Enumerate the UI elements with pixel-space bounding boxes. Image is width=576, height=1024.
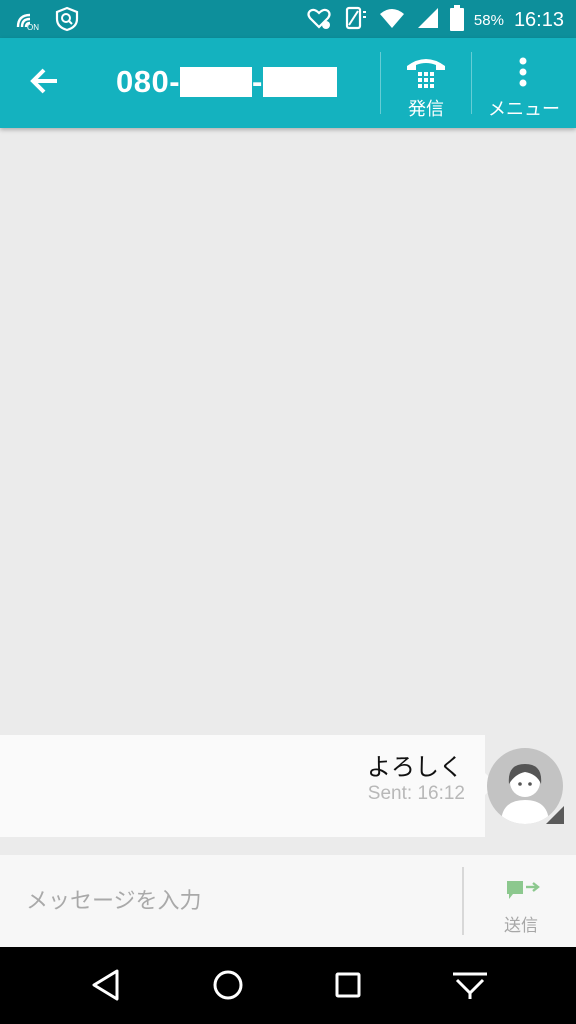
message-row: よろしく Sent: 16:12 [0, 735, 576, 837]
send-label: 送信 [504, 916, 538, 936]
nfc-on-label: ON [27, 23, 39, 32]
menu-label: メニュー [488, 99, 560, 120]
message-status: Sent: 16:12 [367, 783, 465, 804]
wifi-icon [378, 6, 406, 34]
redacted-block [180, 67, 253, 97]
number-prefix: 080- [116, 64, 181, 99]
back-button[interactable] [20, 63, 68, 103]
call-label: 発信 [408, 99, 444, 120]
signal-icon [416, 6, 440, 34]
status-bar: ON 58% 16:13 [0, 0, 576, 38]
circle-home-icon [212, 969, 244, 1005]
square-recents-icon [334, 971, 362, 1003]
menu-button[interactable]: メニュー [472, 38, 576, 128]
send-message-icon [505, 879, 541, 909]
shield-icon [54, 6, 80, 36]
redacted-block [262, 67, 337, 97]
send-button[interactable]: 送信 [466, 855, 576, 947]
number-separator: - [252, 64, 263, 99]
nav-home-button[interactable] [206, 965, 250, 1009]
contact-phone-number: 080- - [116, 64, 337, 100]
nav-recents-button[interactable] [326, 965, 370, 1009]
message-input[interactable] [0, 855, 462, 947]
nav-back-button[interactable] [84, 965, 128, 1009]
battery-percent: 58% [473, 11, 504, 29]
composer-divider [462, 867, 464, 935]
message-text: よろしく [367, 753, 463, 781]
nav-hide-keyboard-button[interactable] [448, 965, 492, 1009]
navigation-bar [0, 947, 576, 1024]
hide-nav-icon [451, 969, 489, 1005]
arrow-left-icon [29, 68, 59, 98]
nfc-icon: ON [14, 9, 40, 33]
more-vertical-icon [518, 56, 528, 92]
vibrate-icon [342, 5, 368, 35]
triangle-back-icon [90, 968, 122, 1006]
call-button[interactable]: 発信 [381, 38, 471, 128]
clock: 16:13 [513, 8, 564, 31]
heart-health-icon [306, 5, 332, 35]
app-bar: 080- - 発信 メニュー [0, 38, 576, 128]
message-bubble[interactable]: よろしく Sent: 16:12 [0, 735, 485, 837]
avatar-corner-marker [546, 806, 564, 824]
battery-icon [449, 5, 464, 35]
composer: 送信 [0, 855, 576, 947]
phone-icon [405, 54, 447, 94]
